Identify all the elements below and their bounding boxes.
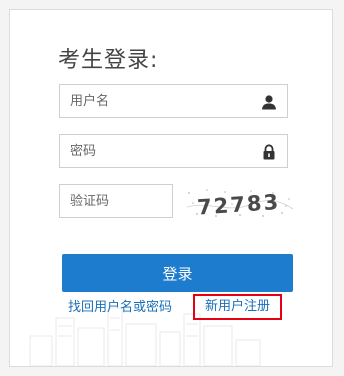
login-button[interactable]: 登录 <box>62 254 293 292</box>
captcha-field[interactable] <box>59 184 173 218</box>
page-title: 考生登录: <box>58 48 159 73</box>
username-field[interactable] <box>59 84 288 118</box>
password-field[interactable] <box>59 134 288 168</box>
register-link[interactable]: 新用户注册 <box>193 294 283 320</box>
captcha-input[interactable] <box>60 185 172 217</box>
find-account-link[interactable]: 找回用户名或密码 <box>68 297 172 319</box>
user-icon <box>262 95 276 110</box>
login-panel: 考生登录: 72783 登录 找回用户名或密码 新用户注册 <box>9 9 333 367</box>
captcha-text: 72783 <box>196 190 281 219</box>
captcha-image[interactable]: 72783 <box>185 187 295 219</box>
password-input[interactable] <box>60 135 287 167</box>
username-input[interactable] <box>60 85 287 117</box>
lock-icon <box>263 144 275 160</box>
